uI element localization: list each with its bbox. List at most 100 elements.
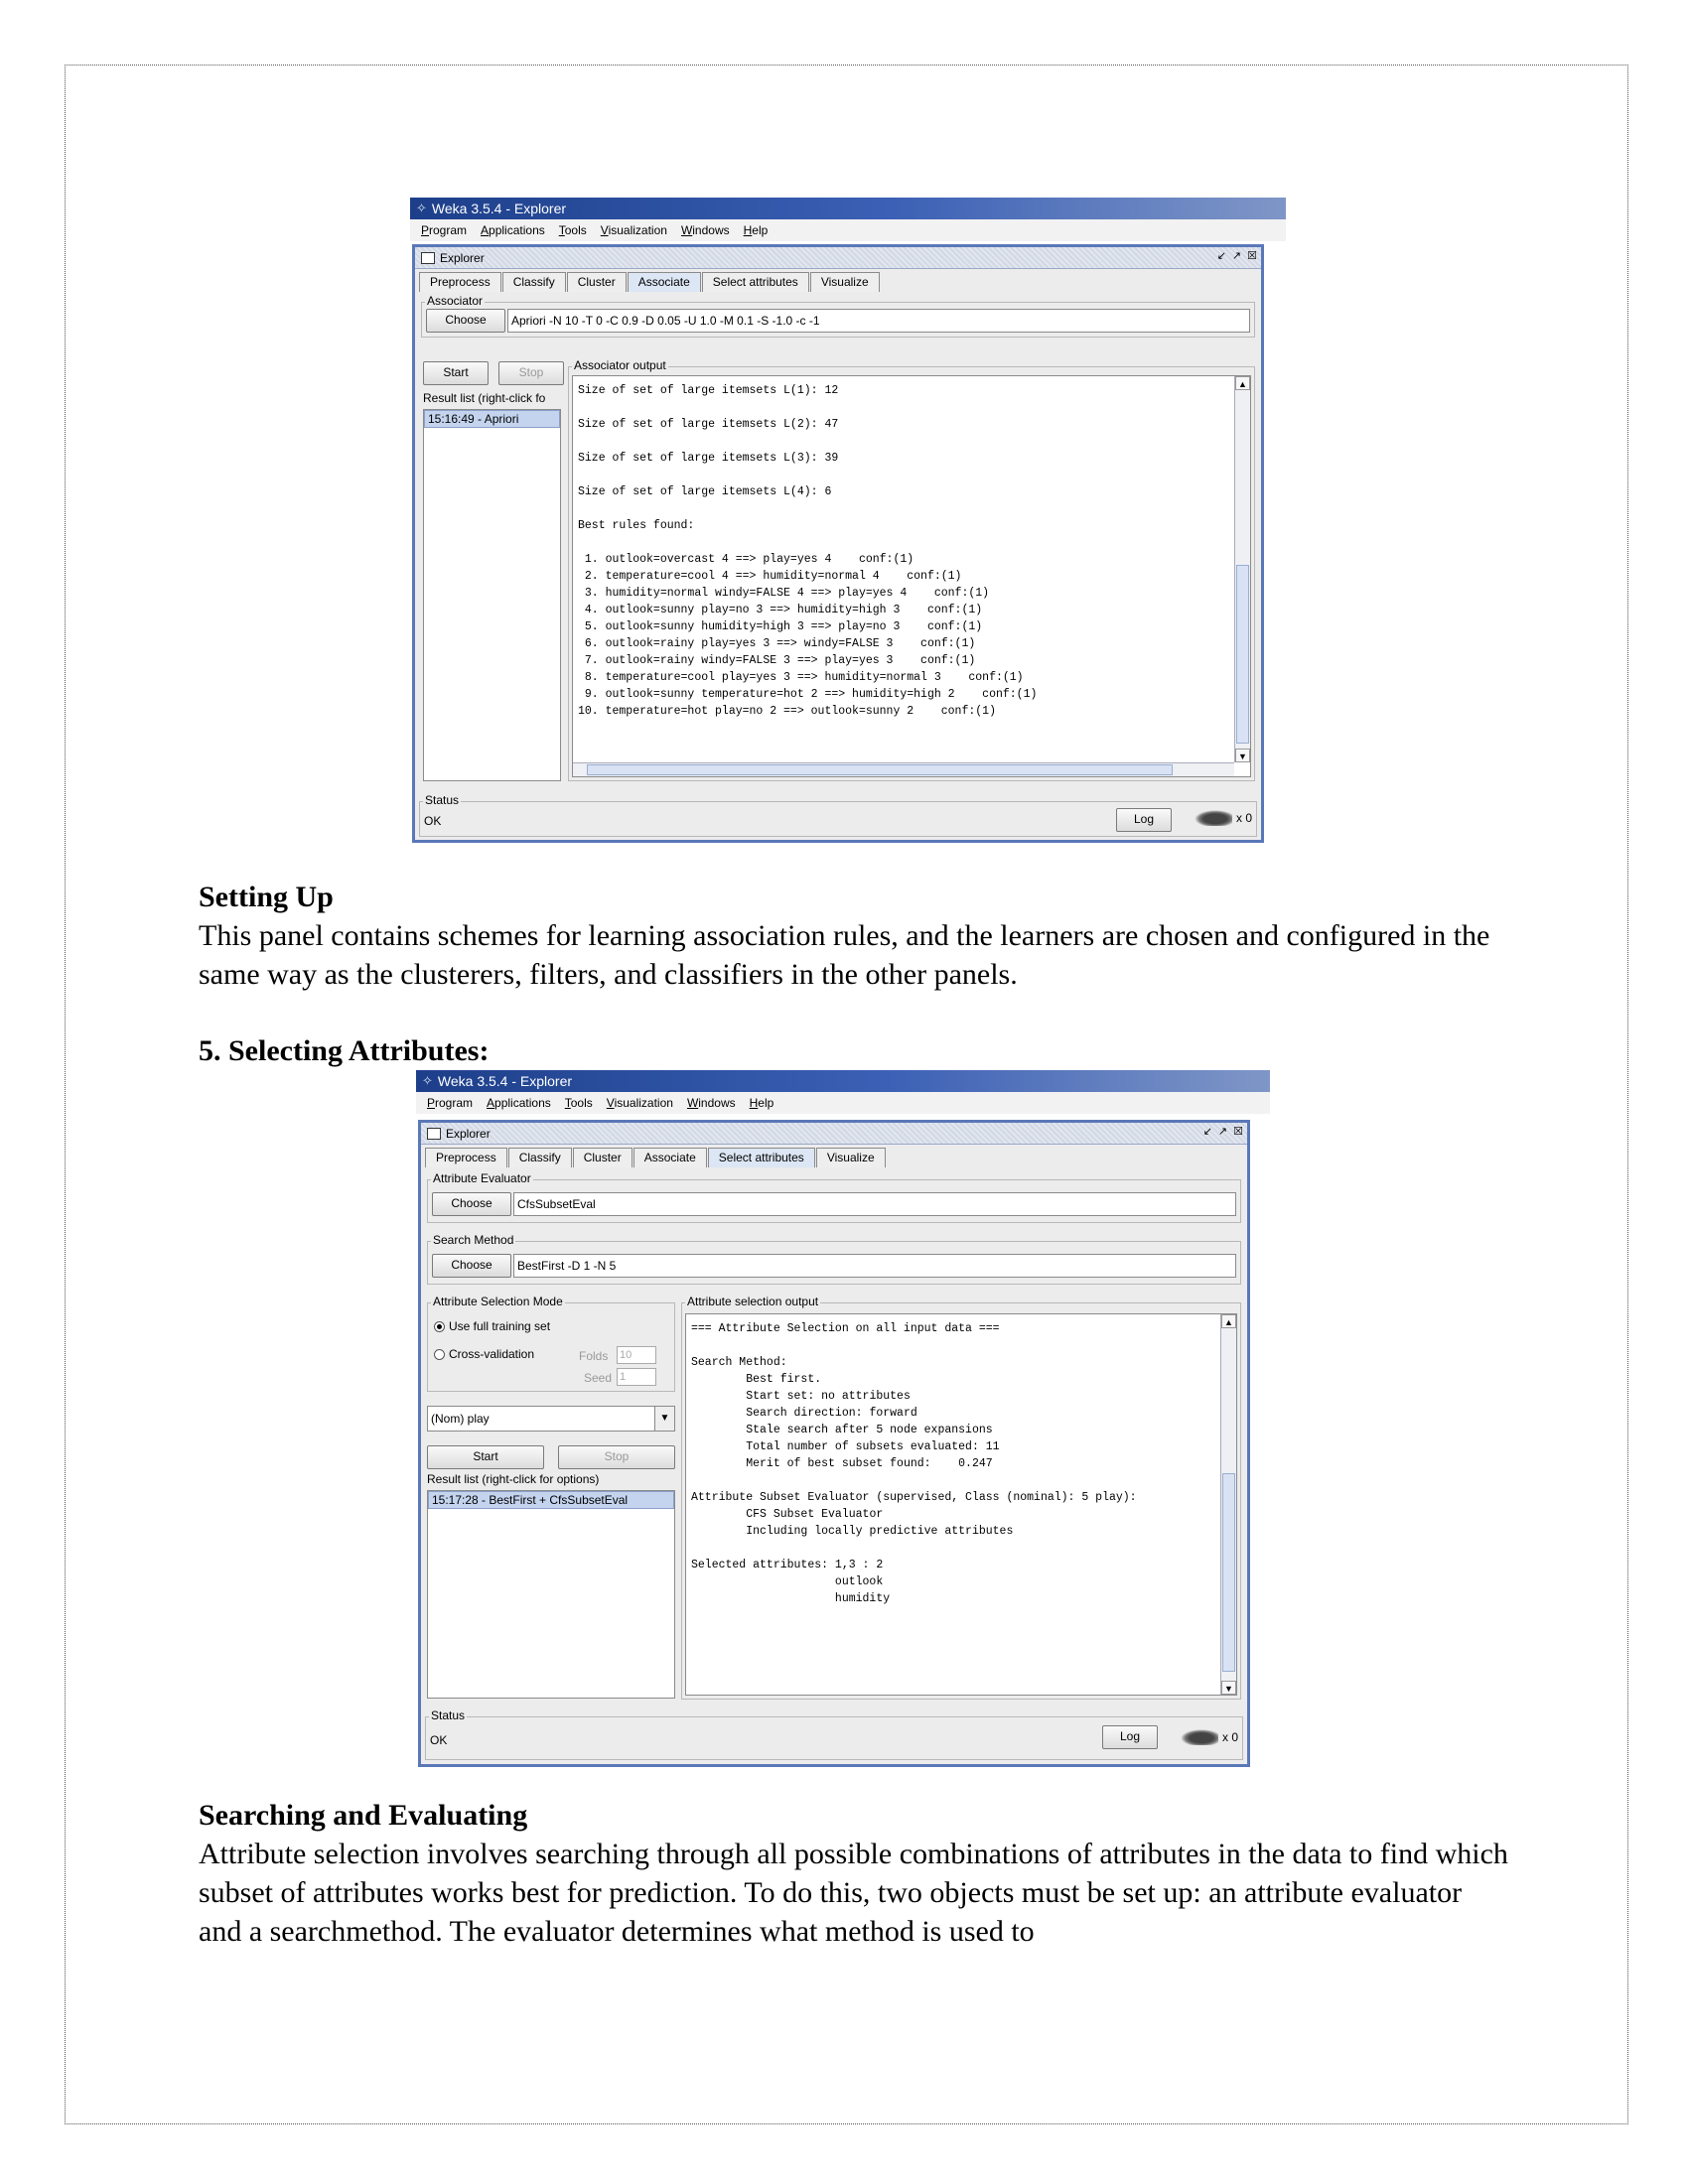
paragraph-searching-evaluating: Attribute selection involves searching t…: [199, 1838, 1508, 1948]
maximize-icon[interactable]: ↗: [1232, 249, 1241, 262]
internal-frame-title-bar: Explorer ↙ ↗ ☒: [415, 247, 1261, 269]
search-method-field[interactable]: BestFirst -D 1 -N 5: [513, 1254, 1236, 1278]
associator-output-text: Size of set of large itemsets L(1): 12 S…: [578, 384, 1038, 718]
menu-visualization[interactable]: Visualization: [594, 223, 674, 237]
radio-off-icon: [434, 1349, 445, 1361]
task-count: x 0: [1235, 811, 1252, 825]
scroll-down-icon[interactable]: ▼: [1221, 1681, 1236, 1695]
menu-windows[interactable]: Windows: [674, 223, 737, 237]
internal-frame-title-bar: Explorer ↙ ↗ ☒: [421, 1123, 1247, 1145]
close-icon[interactable]: ☒: [1247, 249, 1257, 262]
attribute-evaluator-label: Attribute Evaluator: [431, 1171, 533, 1185]
class-attribute-combo[interactable]: (Nom) play ▼: [427, 1406, 675, 1432]
menu-applications[interactable]: Applications: [480, 1096, 558, 1110]
start-button[interactable]: Start: [427, 1445, 544, 1469]
folds-label: Folds: [579, 1349, 609, 1363]
class-attribute-value: (Nom) play: [431, 1412, 490, 1426]
chevron-down-icon[interactable]: ▼: [654, 1407, 674, 1431]
result-list[interactable]: 15:16:49 - Apriori: [423, 409, 561, 781]
scroll-up-icon[interactable]: ▲: [1221, 1314, 1236, 1328]
window-icon: [421, 251, 435, 264]
folds-field[interactable]: 10: [617, 1346, 656, 1364]
radio-cross-validation[interactable]: Cross-validation: [434, 1347, 534, 1361]
menu-bar: Program Applications Tools Visualization…: [410, 219, 1286, 241]
search-method-options: -D 1 -N 5: [564, 1259, 617, 1273]
scheme-options: -N 10 -T 0 -C 0.9 -D 0.05 -U 1.0 -M 0.1 …: [545, 314, 820, 328]
tab-associate[interactable]: Associate: [633, 1148, 707, 1167]
tab-visualize[interactable]: Visualize: [809, 272, 880, 292]
window-title-bar: ✧ Weka 3.5.4 - Explorer: [410, 198, 1286, 219]
menu-help[interactable]: Help: [737, 223, 775, 237]
evaluator-field[interactable]: CfsSubsetEval: [513, 1192, 1236, 1216]
associator-output-text-area[interactable]: Size of set of large itemsets L(1): 12 S…: [572, 375, 1251, 777]
tab-visualize[interactable]: Visualize: [815, 1148, 886, 1167]
weka-bird-status-icon: [1194, 810, 1232, 826]
result-list-item[interactable]: 15:17:28 - BestFirst + CfsSubsetEval: [428, 1491, 674, 1509]
paragraph-setting-up: This panel contains schemes for learning…: [199, 919, 1490, 991]
maximize-icon[interactable]: ↗: [1218, 1125, 1227, 1138]
menu-tools[interactable]: Tools: [552, 223, 594, 237]
weka-bird-icon: ✧: [422, 1073, 433, 1088]
attribute-selection-output-text-area[interactable]: === Attribute Selection on all input dat…: [685, 1313, 1237, 1696]
stop-button[interactable]: Stop: [558, 1445, 675, 1469]
attribute-selection-output-group: Attribute selection output === Attribute…: [681, 1295, 1241, 1700]
result-list[interactable]: 15:17:28 - BestFirst + CfsSubsetEval: [427, 1490, 675, 1699]
menu-help[interactable]: Help: [743, 1096, 781, 1110]
attribute-selection-mode-label: Attribute Selection Mode: [431, 1295, 565, 1308]
log-button[interactable]: Log: [1102, 1725, 1158, 1749]
associator-group: Associator Choose Apriori -N 10 -T 0 -C …: [421, 294, 1255, 338]
choose-search-button[interactable]: Choose: [432, 1254, 511, 1278]
tab-classify[interactable]: Classify: [501, 272, 566, 292]
tab-bar: Preprocess Classify Cluster Associate Se…: [419, 272, 881, 292]
horizontal-scroll-thumb[interactable]: [587, 764, 1173, 775]
radio-use-full-training-set[interactable]: Use full training set: [434, 1319, 550, 1333]
scheme-name: Apriori: [511, 314, 546, 328]
minimize-icon[interactable]: ↙: [1217, 249, 1226, 262]
radio-on-icon: [434, 1321, 445, 1333]
log-button[interactable]: Log: [1116, 808, 1172, 832]
horizontal-scrollbar[interactable]: [573, 762, 1234, 776]
section-setting-up: Setting Up This panel contains schemes f…: [199, 879, 1509, 994]
tab-preprocess[interactable]: Preprocess: [419, 272, 501, 292]
close-icon[interactable]: ☒: [1233, 1125, 1243, 1138]
start-button[interactable]: Start: [423, 361, 489, 385]
scroll-down-icon[interactable]: ▼: [1235, 749, 1250, 762]
tab-cluster[interactable]: Cluster: [566, 272, 627, 292]
weka-bird-icon: ✧: [416, 201, 427, 215]
menu-tools[interactable]: Tools: [558, 1096, 600, 1110]
status-group: Status OK Log x 0: [425, 1708, 1243, 1760]
menu-bar: Program Applications Tools Visualization…: [416, 1092, 1270, 1114]
heading-setting-up: Setting Up: [199, 881, 334, 913]
menu-visualization[interactable]: Visualization: [600, 1096, 680, 1110]
choose-evaluator-button[interactable]: Choose: [432, 1192, 511, 1216]
tab-bar: Preprocess Classify Cluster Associate Se…: [425, 1148, 887, 1167]
vertical-scroll-thumb[interactable]: [1236, 565, 1249, 744]
vertical-scroll-thumb[interactable]: [1222, 1473, 1235, 1672]
menu-program[interactable]: Program: [414, 223, 474, 237]
stop-button[interactable]: Stop: [498, 361, 564, 385]
tab-preprocess[interactable]: Preprocess: [425, 1148, 507, 1167]
vertical-scrollbar[interactable]: ▲ ▼: [1220, 1314, 1236, 1695]
tab-select-attributes[interactable]: Select attributes: [707, 1148, 815, 1167]
tab-select-attributes[interactable]: Select attributes: [701, 272, 809, 292]
tab-classify[interactable]: Classify: [507, 1148, 572, 1167]
search-method-name: BestFirst: [517, 1259, 565, 1273]
weka-status-bird: x 0: [1180, 1729, 1238, 1745]
scroll-up-icon[interactable]: ▲: [1235, 376, 1250, 390]
weka-explorer-window-associate: ✧ Weka 3.5.4 - Explorer Program Applicat…: [410, 198, 1286, 845]
window-title: Weka 3.5.4 - Explorer: [431, 201, 567, 216]
menu-program[interactable]: Program: [420, 1096, 480, 1110]
minimize-icon[interactable]: ↙: [1203, 1125, 1212, 1138]
menu-windows[interactable]: Windows: [680, 1096, 743, 1110]
tab-cluster[interactable]: Cluster: [572, 1148, 633, 1167]
explorer-internal-frame: Explorer ↙ ↗ ☒ Preprocess Classify Clust…: [418, 1120, 1250, 1767]
menu-applications[interactable]: Applications: [474, 223, 552, 237]
vertical-scrollbar[interactable]: ▲ ▼: [1234, 376, 1250, 762]
choose-associator-button[interactable]: Choose: [426, 309, 505, 333]
result-list-item[interactable]: 15:16:49 - Apriori: [424, 410, 560, 428]
weka-bird-status-icon: [1180, 1729, 1218, 1745]
associator-scheme-field[interactable]: Apriori -N 10 -T 0 -C 0.9 -D 0.05 -U 1.0…: [507, 309, 1250, 333]
seed-field[interactable]: 1: [617, 1368, 656, 1386]
window-icon: [427, 1127, 441, 1140]
tab-associate[interactable]: Associate: [627, 272, 701, 292]
